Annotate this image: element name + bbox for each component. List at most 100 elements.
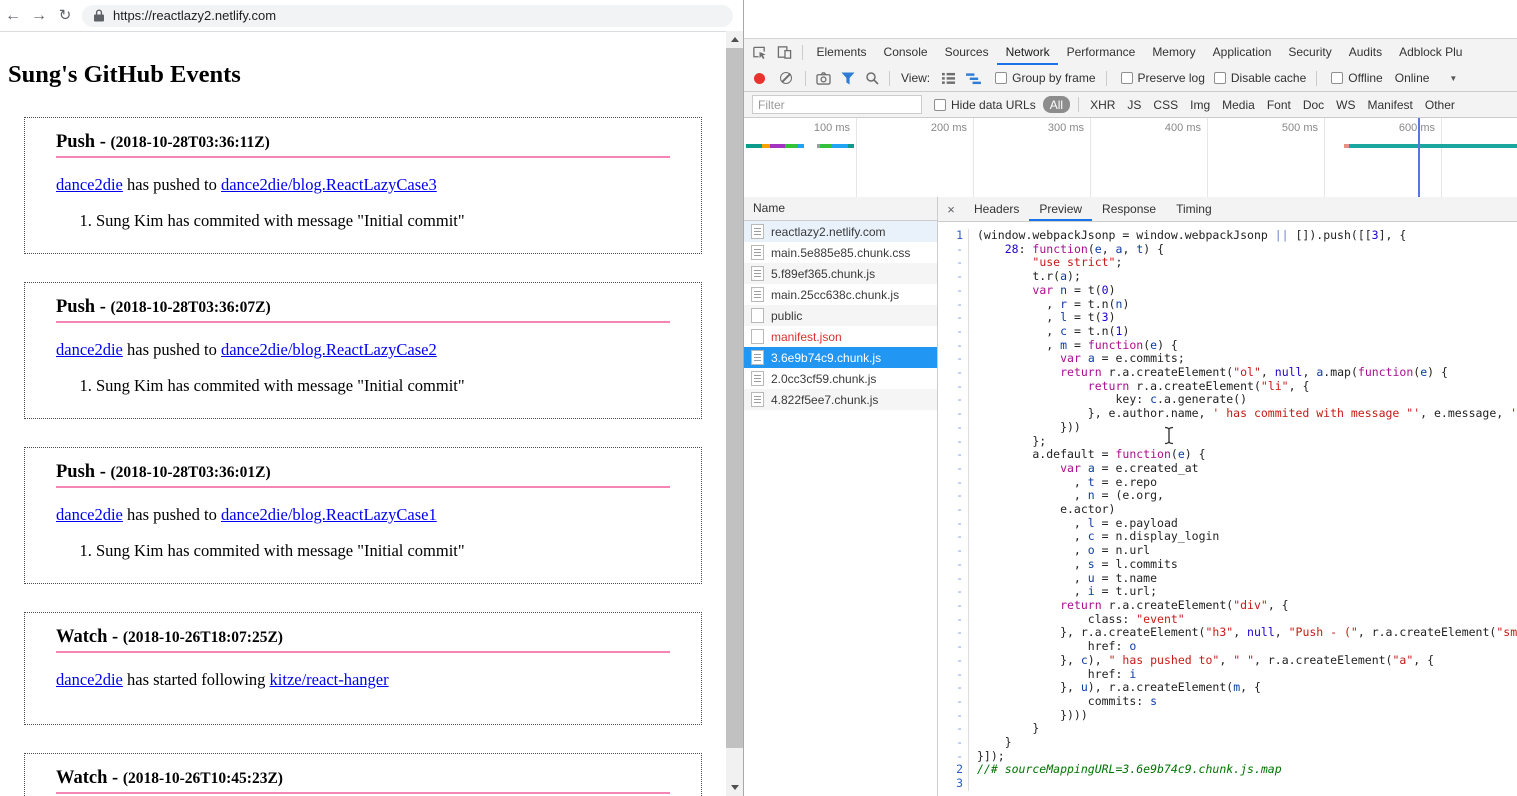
waterfall-view-icon[interactable]	[966, 72, 981, 85]
request-list: Name reactlazy2.netlify.commain.5e885e85…	[744, 197, 937, 796]
code-text: }]);	[969, 750, 1005, 764]
event-card: Watch - (2018-10-26T10:45:23Z)dance2die …	[24, 753, 702, 796]
filter-funnel-icon[interactable]	[841, 72, 855, 85]
offline-label: Offline	[1348, 71, 1382, 85]
request-name: public	[771, 309, 802, 323]
record-button[interactable]	[754, 73, 765, 84]
search-icon[interactable]	[865, 71, 879, 85]
inspect-element-icon[interactable]	[752, 45, 767, 60]
table-row[interactable]: main.25cc638c.chunk.js	[744, 284, 937, 305]
target-repo-link[interactable]: dance2die/blog.ReactLazyCase3	[221, 175, 437, 194]
code-text: key: c.a.generate()	[969, 393, 1247, 407]
detail-tab-preview[interactable]: Preview	[1029, 197, 1092, 221]
table-row[interactable]: reactlazy2.netlify.com	[744, 221, 937, 242]
type-filter-manifest[interactable]: Manifest	[1368, 98, 1413, 112]
scrollbar-down-button[interactable]	[726, 779, 743, 796]
type-filter-font[interactable]: Font	[1267, 98, 1291, 112]
target-repo-link[interactable]: dance2die/blog.ReactLazyCase1	[221, 505, 437, 524]
timeline-tick-label: 400 ms	[1141, 122, 1201, 134]
divider	[1078, 97, 1079, 112]
actor-link[interactable]: dance2die	[56, 340, 123, 359]
type-filter-xhr[interactable]: XHR	[1090, 98, 1115, 112]
forward-button[interactable]: →	[26, 0, 52, 31]
actor-link[interactable]: dance2die	[56, 505, 123, 524]
timeline-tick-label: 100 ms	[790, 122, 850, 134]
screenshot-camera-icon[interactable]	[816, 72, 831, 85]
view-list-icon[interactable]	[941, 72, 956, 85]
reload-button[interactable]: ↻	[52, 0, 78, 31]
address-bar[interactable]: https://reactlazy2.netlify.com	[82, 5, 733, 27]
clear-icon[interactable]	[780, 72, 792, 84]
event-type: Watch -	[56, 768, 123, 788]
tab-console[interactable]: Console	[875, 39, 936, 65]
page-title: Sung's GitHub Events	[8, 61, 726, 89]
resource-type-filters: All XHR JS CSS Img Media Font Doc WS Manifest Othe…	[1036, 96, 1461, 113]
tab-elements[interactable]: Elements	[808, 39, 875, 65]
gutter-line-number: -	[938, 517, 969, 531]
detail-tab-timing[interactable]: Timing	[1166, 197, 1222, 221]
actor-link[interactable]: dance2die	[56, 670, 123, 689]
timeline-gridline	[973, 118, 974, 197]
table-row[interactable]: 4.822f5ee7.chunk.js	[744, 389, 937, 410]
code-text: }, u), r.a.createElement(m, {	[969, 681, 1261, 695]
code-line: - }, e.author.name, ' has commited with …	[938, 407, 1517, 421]
code-text: //# sourceMappingURL=3.6e9b74c9.chunk.js…	[969, 763, 1282, 777]
overview-request-bar	[746, 144, 762, 148]
detail-tab-headers[interactable]: Headers	[964, 197, 1029, 221]
type-filter-all[interactable]: All	[1043, 96, 1070, 113]
scrollbar-thumb[interactable]	[726, 48, 743, 748]
filter-input[interactable]	[752, 95, 922, 114]
tab-adblock-plu[interactable]: Adblock Plu	[1391, 39, 1471, 65]
tab-performance[interactable]: Performance	[1058, 39, 1144, 65]
event-type: Push -	[56, 132, 111, 152]
gutter-line-number: -	[938, 407, 969, 421]
close-icon[interactable]: ×	[938, 202, 964, 217]
table-row[interactable]: 3.6e9b74c9.chunk.js	[744, 347, 937, 368]
code-line: - class: "event"	[938, 613, 1517, 627]
commit-list: Sung Kim has commited with message "Init…	[56, 211, 670, 231]
gutter-line-number: -	[938, 421, 969, 435]
event-divider	[56, 792, 670, 794]
code-line: - , c = t.n(1)	[938, 325, 1517, 339]
offline-checkbox[interactable]	[1331, 72, 1343, 84]
disable-cache-checkbox[interactable]	[1214, 72, 1226, 84]
type-filter-ws[interactable]: WS	[1336, 98, 1355, 112]
type-filter-doc[interactable]: Doc	[1303, 98, 1324, 112]
type-filter-other[interactable]: Other	[1425, 98, 1455, 112]
page-scrollbar[interactable]	[726, 31, 743, 796]
file-icon	[751, 392, 764, 407]
code-line: - a.default = function(e) {	[938, 448, 1517, 462]
code-text: return r.a.createElement("li", {	[969, 380, 1309, 394]
group-by-frame-checkbox[interactable]	[995, 72, 1007, 84]
throttling-dropdown[interactable]: Online	[1395, 71, 1430, 85]
name-column-header[interactable]: Name	[744, 197, 937, 221]
chevron-down-icon[interactable]: ▼	[1449, 74, 1457, 83]
tab-security[interactable]: Security	[1280, 39, 1340, 65]
event-description: dance2die has started following kitze/re…	[56, 670, 670, 690]
table-row[interactable]: manifest.json	[744, 326, 937, 347]
tab-memory[interactable]: Memory	[1144, 39, 1204, 65]
tab-application[interactable]: Application	[1204, 39, 1280, 65]
gutter-line-number: 2	[938, 763, 969, 777]
scrollbar-up-button[interactable]	[726, 31, 743, 48]
tab-audits[interactable]: Audits	[1340, 39, 1390, 65]
back-button[interactable]: ←	[0, 0, 26, 31]
type-filter-js[interactable]: JS	[1127, 98, 1141, 112]
detail-tab-response[interactable]: Response	[1092, 197, 1166, 221]
table-row[interactable]: public	[744, 305, 937, 326]
target-repo-link[interactable]: dance2die/blog.ReactLazyCase2	[221, 340, 437, 359]
hide-data-urls-checkbox[interactable]	[934, 99, 946, 111]
table-row[interactable]: main.5e885e85.chunk.css	[744, 242, 937, 263]
actor-link[interactable]: dance2die	[56, 175, 123, 194]
type-filter-media[interactable]: Media	[1222, 98, 1255, 112]
target-repo-link[interactable]: kitze/react-hanger	[270, 670, 389, 689]
tab-network[interactable]: Network	[997, 39, 1058, 65]
network-overview-timeline[interactable]: 100 ms200 ms300 ms400 ms500 ms600 ms	[744, 118, 1517, 198]
table-row[interactable]: 5.f89ef365.chunk.js	[744, 263, 937, 284]
device-toolbar-icon[interactable]	[777, 45, 792, 60]
preserve-log-checkbox[interactable]	[1121, 72, 1133, 84]
tab-sources[interactable]: Sources	[936, 39, 997, 65]
table-row[interactable]: 2.0cc3cf59.chunk.js	[744, 368, 937, 389]
type-filter-css[interactable]: CSS	[1153, 98, 1178, 112]
type-filter-img[interactable]: Img	[1190, 98, 1210, 112]
